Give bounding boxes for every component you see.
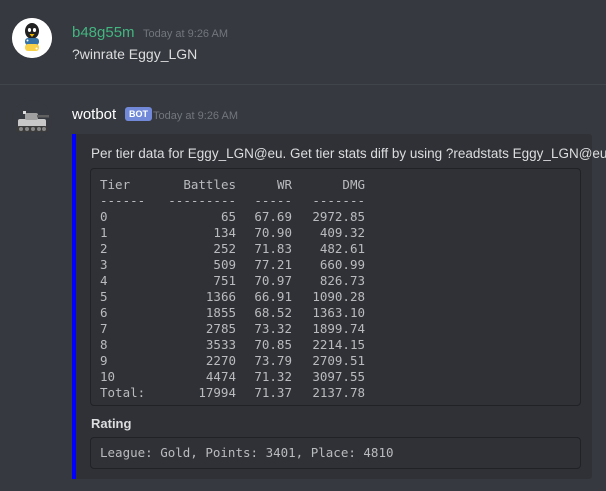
cell-battles: 751 (213, 273, 236, 288)
cell-wr: 66.91 (254, 289, 292, 304)
cell-wr: 70.97 (254, 273, 292, 288)
separator-wr: ----- (254, 193, 292, 208)
cell-dmg: 2709.51 (312, 353, 365, 368)
cell-dmg: 2972.85 (312, 209, 365, 224)
table-row: 1 134 70.90 409.32 (100, 225, 571, 241)
separator-battles: --------- (168, 193, 236, 208)
cell-tier: 0 (100, 209, 108, 224)
cell-wr: 71.37 (254, 385, 292, 400)
cell-battles: 2270 (205, 353, 236, 368)
cell-battles: 1366 (205, 289, 236, 304)
tier-stats-codeblock: Tier Battles WR DMG ------ --------- ---… (90, 168, 581, 406)
table-row: 10 4474 71.32 3097.55 (100, 369, 571, 385)
cell-battles: 2785 (205, 321, 236, 336)
message-timestamp: Today at 9:26 AM (143, 28, 228, 40)
table-row: Total: 17994 71.37 2137.78 (100, 385, 571, 401)
cell-battles: 252 (213, 241, 236, 256)
cell-dmg: 2137.78 (312, 385, 365, 400)
cell-tier: Total: (100, 385, 146, 400)
embed-description: Per tier data for Eggy_LGN@eu. Get tier … (91, 146, 606, 161)
cell-wr: 70.90 (254, 225, 292, 240)
cell-tier: 6 (100, 305, 108, 320)
bot-badge: BOT (125, 107, 152, 121)
bot-avatar[interactable] (12, 100, 52, 140)
cell-tier: 1 (100, 225, 108, 240)
cell-battles: 3533 (205, 337, 236, 352)
cell-battles: 134 (213, 225, 236, 240)
table-row: 5 1366 66.91 1090.28 (100, 289, 571, 305)
column-header-tier: Tier (100, 177, 131, 192)
cell-dmg: 1363.10 (312, 305, 365, 320)
table-row: 9 2270 73.79 2709.51 (100, 353, 571, 369)
message-divider (0, 84, 606, 85)
separator-dmg: ------- (312, 193, 365, 208)
cell-dmg: 826.73 (319, 273, 365, 288)
column-header-dmg: DMG (342, 177, 365, 192)
table-row: 8 3533 70.85 2214.15 (100, 337, 571, 353)
cell-tier: 2 (100, 241, 108, 256)
table-row: 2 252 71.83 482.61 (100, 241, 571, 257)
cell-dmg: 2214.15 (312, 337, 365, 352)
cell-wr: 73.32 (254, 321, 292, 336)
cell-wr: 73.79 (254, 353, 292, 368)
message-author[interactable]: b48g55m (72, 24, 135, 41)
message-author[interactable]: wotbot (72, 106, 116, 123)
column-header-battles: Battles (183, 177, 236, 192)
cell-wr: 67.69 (254, 209, 292, 224)
table-row: 0 65 67.69 2972.85 (100, 209, 571, 225)
cell-dmg: 1899.74 (312, 321, 365, 336)
cell-wr: 71.83 (254, 241, 292, 256)
table-row: 4 751 70.97 826.73 (100, 273, 571, 289)
cell-battles: 65 (220, 209, 236, 224)
table-row: 6 1855 68.52 1363.10 (100, 305, 571, 321)
cell-battles: 4474 (205, 369, 236, 384)
cell-tier: 5 (100, 289, 108, 304)
cell-dmg: 482.61 (319, 241, 365, 256)
table-row: 7 2785 73.32 1899.74 (100, 321, 571, 337)
table-separator-row: ------ --------- ----- ------- (100, 193, 571, 209)
cell-wr: 77.21 (254, 257, 292, 272)
rating-codeblock: League: Gold, Points: 3401, Place: 4810 (90, 437, 581, 469)
cell-battles: 1855 (205, 305, 236, 320)
table-body: 0 65 67.69 2972.85 1 134 70.90 409.32 2 252 71.83 4… (100, 209, 571, 401)
message-timestamp: Today at 9:26 AM (153, 110, 238, 122)
column-header-wr: WR (276, 177, 292, 192)
message-text: ?winrate Eggy_LGN (72, 46, 198, 62)
cell-battles: 509 (213, 257, 236, 272)
cell-tier: 9 (100, 353, 108, 368)
cell-dmg: 409.32 (319, 225, 365, 240)
cell-wr: 70.85 (254, 337, 292, 352)
cell-tier: 8 (100, 337, 108, 352)
tank-avatar-icon (12, 100, 52, 140)
chat-area: b48g55m Today at 9:26 AM ?winrate Eggy_L… (0, 0, 606, 491)
cell-battles: 17994 (198, 385, 236, 400)
user-avatar[interactable] (12, 18, 52, 58)
embed-field-name: Rating (91, 416, 132, 431)
cell-tier: 10 (100, 369, 116, 384)
separator-tier: ------ (100, 193, 146, 208)
cell-wr: 71.32 (254, 369, 292, 384)
cell-dmg: 660.99 (319, 257, 365, 272)
cell-tier: 3 (100, 257, 108, 272)
cell-dmg: 3097.55 (312, 369, 365, 384)
cell-tier: 7 (100, 321, 108, 336)
table-row: 3 509 77.21 660.99 (100, 257, 571, 273)
table-header-row: Tier Battles WR DMG (100, 177, 571, 193)
cell-dmg: 1090.28 (312, 289, 365, 304)
cell-wr: 68.52 (254, 305, 292, 320)
bot-embed: Per tier data for Eggy_LGN@eu. Get tier … (72, 134, 606, 479)
cell-tier: 4 (100, 273, 108, 288)
penguin-python-avatar-icon (12, 18, 52, 58)
